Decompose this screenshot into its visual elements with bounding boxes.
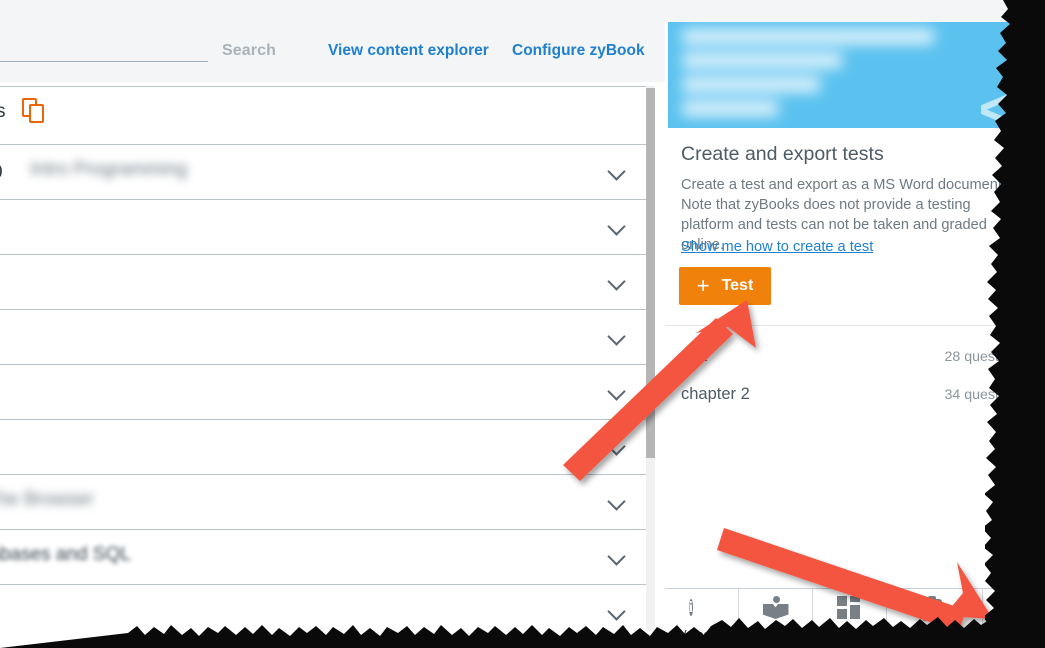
- bar-chart-icon: [1001, 577, 1027, 622]
- test-name: ch1: [681, 347, 708, 365]
- grid-icon: [836, 596, 863, 622]
- chevron-down-icon[interactable]: [609, 550, 625, 566]
- chevron-down-icon[interactable]: [609, 385, 625, 401]
- test-name: chapter 2: [681, 385, 750, 403]
- test-question-count: 34 questions: [944, 387, 1025, 403]
- plus-icon: +: [696, 273, 710, 298]
- chapter-row[interactable]: tabases and SQL: [0, 530, 655, 585]
- chapter-row[interactable]: The Browser: [0, 475, 655, 530]
- chevron-down-icon[interactable]: [609, 495, 625, 511]
- chapter-title: The Browser: [0, 489, 94, 510]
- tab-tests[interactable]: Tests: [983, 577, 1045, 648]
- view-content-explorer-link[interactable]: View content explorer: [328, 42, 489, 60]
- tab-label: My class: [749, 627, 802, 642]
- list-item[interactable]: chapter 2 34 questions: [665, 379, 1025, 415]
- tests-panel: </ Create and export tests Create a test…: [665, 0, 1045, 648]
- chapter-list-panel[interactable]: s 0 Intro Programming: [0, 86, 655, 631]
- chapter-row[interactable]: [0, 255, 655, 310]
- tab-label: Assignments: [896, 627, 973, 642]
- section-divider: [665, 325, 1045, 326]
- tab-assignments[interactable]: Assignments: [887, 589, 983, 648]
- tab-my-class[interactable]: My class: [739, 589, 813, 648]
- left-panel-scrollbar-thumb[interactable]: [646, 88, 655, 458]
- chevron-down-icon[interactable]: [609, 330, 625, 346]
- search-label: Search: [222, 42, 276, 59]
- top-bar: Search View content explorer Configure z…: [0, 0, 665, 82]
- tab-welcome[interactable]: i Welcome: [665, 589, 739, 648]
- list-item[interactable]: ch1 28 questions: [665, 341, 1025, 377]
- search-input[interactable]: [0, 34, 208, 62]
- chapter-title: Intro Programming: [30, 159, 188, 180]
- tab-label: Tests: [998, 627, 1030, 642]
- chapter-number: 0: [0, 162, 3, 184]
- chapter-row[interactable]: [0, 420, 655, 475]
- chapter-toolbar-row: s: [0, 87, 655, 145]
- chevron-down-icon[interactable]: [609, 275, 625, 291]
- panel-top-gap: [665, 0, 1045, 22]
- chapter-row[interactable]: [0, 310, 655, 365]
- app-root: Search View content explorer Configure z…: [0, 0, 1045, 648]
- create-test-button[interactable]: + Test: [679, 267, 771, 305]
- chevron-down-icon[interactable]: [609, 165, 625, 181]
- code-icon: </: [976, 61, 1045, 128]
- info-icon: i: [688, 599, 693, 616]
- chapter-row[interactable]: [0, 585, 655, 631]
- hero-blurred-title: [682, 29, 952, 125]
- clipboard-icon: [921, 596, 948, 622]
- show-me-how-link[interactable]: Show me how to create a test: [681, 239, 873, 255]
- configure-zybook-link[interactable]: Configure zyBook: [512, 42, 645, 60]
- page-title: Create and export tests: [681, 143, 884, 165]
- chapter-title: tabases and SQL: [0, 544, 131, 565]
- chapter-row[interactable]: [0, 365, 655, 420]
- copy-icon[interactable]: [22, 98, 46, 124]
- chevron-down-icon[interactable]: [609, 440, 625, 456]
- bottom-tab-bar: i Welcome My class Reporting Assignments: [665, 577, 1045, 648]
- tab-label: Reporting: [820, 627, 879, 642]
- create-test-label: Test: [721, 277, 754, 294]
- book-icon: [762, 596, 789, 622]
- toolbar-tail-text: s: [0, 101, 6, 123]
- chapter-row[interactable]: 0 Intro Programming: [0, 145, 655, 200]
- chapter-row[interactable]: [0, 200, 655, 255]
- chevron-down-icon[interactable]: [609, 605, 625, 621]
- test-question-count: 28 questions: [944, 349, 1025, 365]
- panel-hero-banner: </: [668, 22, 1045, 128]
- tab-reporting[interactable]: Reporting: [813, 589, 887, 648]
- tab-label: Welcome: [674, 627, 729, 642]
- chevron-down-icon[interactable]: [609, 220, 625, 236]
